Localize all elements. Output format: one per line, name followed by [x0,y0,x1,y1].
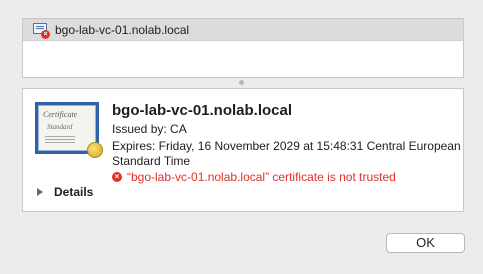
certificate-error-icon: × [33,22,50,39]
disclosure-triangle-icon[interactable] [37,188,43,196]
certificate-detail-panel: Certificate Standard bgo-lab-vc-01.nolab… [22,88,464,212]
issued-by-text: Issued by: CA [112,122,187,136]
trust-error-message: × “bgo-lab-vc-01.nolab.local” certificat… [112,170,396,184]
trust-error-text: “bgo-lab-vc-01.nolab.local” certificate … [127,170,396,184]
split-view-handle[interactable] [239,80,244,85]
certificate-title: bgo-lab-vc-01.nolab.local [112,102,293,119]
expires-text-continued: Standard Time [112,154,191,168]
certificate-list: × bgo-lab-vc-01.nolab.local [22,18,464,78]
error-icon: × [112,172,122,182]
ok-button[interactable]: OK [386,233,465,253]
certificate-list-item-label: bgo-lab-vc-01.nolab.local [55,22,190,37]
certificate-list-item[interactable]: × bgo-lab-vc-01.nolab.local [23,19,463,41]
seal-icon [87,142,103,158]
certificate-icon-title: Certificate [43,110,78,119]
certificate-icon: Certificate Standard [35,102,103,158]
details-label: Details [54,185,94,199]
expires-text: Expires: Friday, 16 November 2029 at 15:… [112,139,461,153]
certificate-icon-subtitle: Standard [47,123,73,131]
details-disclosure[interactable]: Details [37,185,93,199]
